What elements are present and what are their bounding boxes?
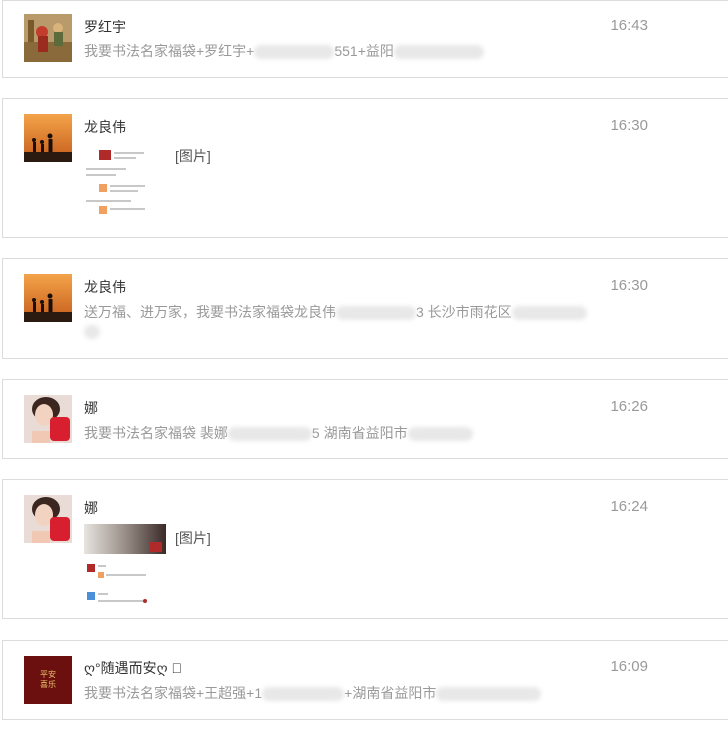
redacted-block <box>393 45 484 60</box>
avatar[interactable] <box>24 114 72 162</box>
message-time: 16:30 <box>610 117 648 134</box>
message-text: 我要书法名家福袋+王超强+1 <box>84 685 263 701</box>
sunset-silhouette-icon <box>24 274 72 322</box>
avatar[interactable] <box>24 395 72 443</box>
message-text: 送万福、进万家，我要书法家福袋龙良伟 <box>84 304 336 320</box>
conversation-item[interactable]: 龙良伟 16:30 [图片] <box>2 98 728 238</box>
message-text: +湖南省益阳市 <box>344 685 437 701</box>
message-preview: 我要书法名家福袋+王超强+1 +湖南省益阳市 <box>84 683 542 703</box>
message-preview-continued <box>84 323 100 340</box>
conversation-item[interactable]: 娜 16:26 我要书法名家福袋 裴娜 5 湖南省益阳市 <box>2 379 728 459</box>
avatar[interactable] <box>24 14 72 62</box>
redacted-block <box>336 306 416 321</box>
contact-name: 罗红宇 <box>84 19 126 35</box>
message-time: 16:09 <box>610 658 648 675</box>
image-thumbnail[interactable] <box>84 142 160 222</box>
avatar[interactable] <box>24 495 72 543</box>
avatar[interactable]: 平安喜乐 <box>24 656 72 704</box>
redacted-block <box>407 427 473 442</box>
message-preview: 我要书法名家福袋 裴娜 5 湖南省益阳市 <box>84 423 473 443</box>
image-thumbnail[interactable] <box>84 524 166 610</box>
conversation-item[interactable]: 平安喜乐 ღ°随遇而安ღ ゚ 16:09 我要书法名家福袋+王超强+1 +湖南省益… <box>2 640 728 720</box>
contact-name: ღ°随遇而安ღ ゚ <box>84 660 182 676</box>
message-text: 551+益阳 <box>334 43 394 59</box>
message-time: 16:43 <box>610 17 648 34</box>
calligraphy-ping-an-xi-le-icon: 平安喜乐 <box>40 670 56 689</box>
conversation-item[interactable]: 龙良伟 16:30 送万福、进万家，我要书法家福袋龙良伟 3 长沙市雨花区 <box>2 258 728 359</box>
conversation-item[interactable]: 罗红宇 16:43 我要书法名家福袋+罗红宇+ 551+益阳 <box>2 0 728 78</box>
sunset-silhouette-icon <box>24 114 72 162</box>
historical-painting-icon <box>24 14 72 62</box>
redacted-block <box>511 306 587 321</box>
redacted-block <box>254 45 335 60</box>
avatar[interactable] <box>24 274 72 322</box>
message-preview: 我要书法名家福袋+罗红宇+ 551+益阳 <box>84 41 484 61</box>
message-time: 16:24 <box>610 498 648 515</box>
message-preview: 送万福、进万家，我要书法家福袋龙良伟 3 长沙市雨花区 <box>84 302 587 322</box>
message-text: 5 湖南省益阳市 <box>311 425 408 441</box>
message-text: 我要书法名家福袋+罗红宇+ <box>84 43 255 59</box>
redacted-block <box>84 325 100 340</box>
message-text: 我要书法名家福袋 裴娜 <box>84 425 228 441</box>
contact-name: 龙良伟 <box>84 119 126 135</box>
redacted-block <box>436 687 542 702</box>
redacted-block <box>227 427 312 442</box>
contact-name: 龙良伟 <box>84 279 126 295</box>
redacted-block <box>262 687 345 702</box>
woman-red-cup-icon <box>24 395 72 443</box>
conversation-item[interactable]: 娜 16:24 [图片] <box>2 479 728 619</box>
woman-red-cup-icon <box>24 495 72 543</box>
contact-name: 娜 <box>84 500 98 516</box>
image-label: [图片] <box>175 148 211 164</box>
message-time: 16:26 <box>610 398 648 415</box>
message-time: 16:30 <box>610 277 648 294</box>
image-label: [图片] <box>175 530 211 546</box>
message-text: 3 长沙市雨花区 <box>416 304 512 320</box>
contact-name: 娜 <box>84 400 98 416</box>
